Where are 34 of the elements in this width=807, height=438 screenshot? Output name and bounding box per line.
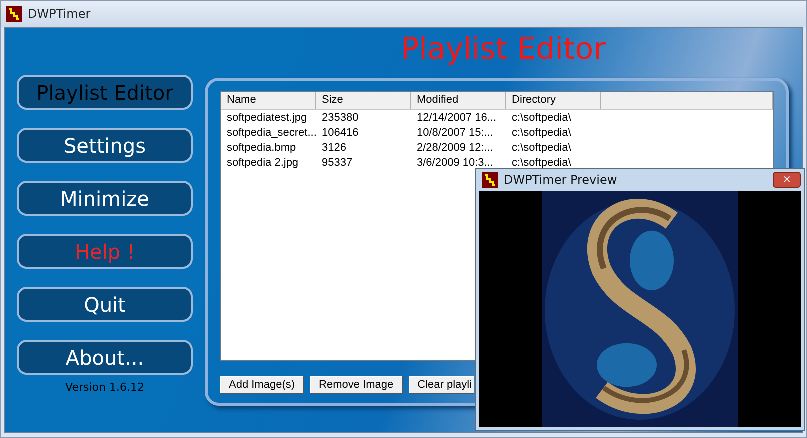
version-label: Version 1.6.12 <box>66 381 144 394</box>
table-cell-text: 95337 <box>321 156 354 170</box>
column-header[interactable]: Size <box>316 92 411 109</box>
page-heading: Playlist Editor <box>400 32 607 69</box>
close-button[interactable]: ✕ <box>773 172 801 188</box>
app-icon <box>482 172 498 188</box>
table-cell-text: c:\softpedia\ <box>511 156 572 170</box>
window-title: DWPTimer <box>28 7 91 21</box>
sidebar-button[interactable]: Settings <box>17 128 193 163</box>
panel-button[interactable]: Remove Image <box>310 376 403 394</box>
panel-button[interactable]: Add Image(s) <box>220 376 304 394</box>
column-header[interactable]: Directory <box>506 92 601 109</box>
table-cell-text: 12/14/2007 16... <box>416 111 498 125</box>
table-cell-text: softpedia_secret... <box>226 126 316 140</box>
window-title: DWPTimer Preview <box>504 173 618 187</box>
table-cell-text: c:\softpedia\ <box>511 126 572 140</box>
column-header[interactable]: Modified <box>411 92 506 109</box>
column-header[interactable]: Name <box>221 92 316 109</box>
table-cell-text: softpedia.bmp <box>226 141 298 155</box>
table-cell-text: softpediatest.jpg <box>226 111 308 125</box>
table-cell-text: 3/6/2009 10:3... <box>416 156 494 170</box>
table-cell-text: 10/8/2007 15:... <box>416 126 494 140</box>
table-cell-text: softpedia 2.jpg <box>226 156 300 170</box>
panel-button[interactable]: Clear playli <box>408 376 474 394</box>
table-cell-text: 2/28/2009 12:... <box>416 141 494 155</box>
table-cell-text: 235380 <box>321 111 360 125</box>
table-cell-text: 3126 <box>321 141 348 155</box>
sidebar-button[interactable]: Quit <box>17 287 193 322</box>
table-cell-text: c:\softpedia\ <box>511 141 572 155</box>
table-cell-text: c:\softpedia\ <box>511 111 572 125</box>
sidebar-button[interactable]: Minimize <box>17 181 193 216</box>
table-cell-text: 106416 <box>321 126 360 140</box>
app-icon <box>6 6 22 22</box>
sidebar-button[interactable]: About... <box>17 340 193 375</box>
